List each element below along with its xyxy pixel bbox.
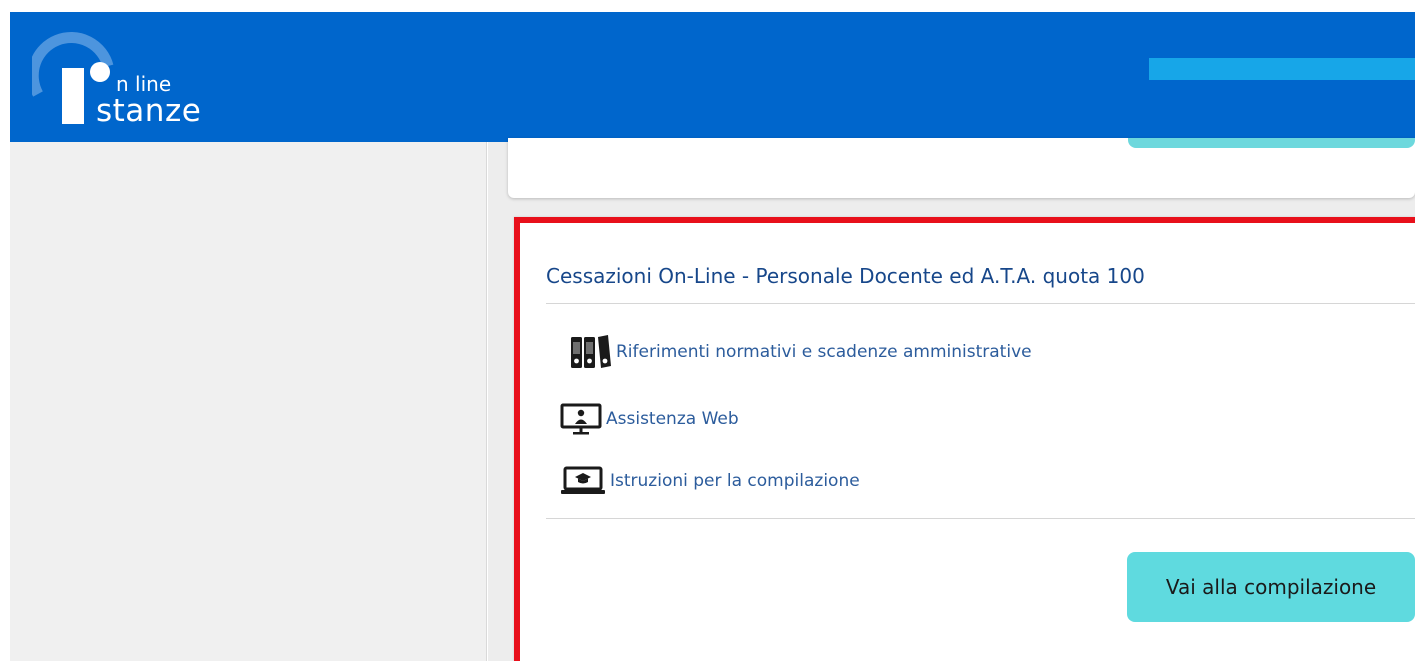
monitor-user-icon [560, 403, 606, 435]
vai-alla-compilazione-button[interactable]: Vai alla compilazione [1127, 552, 1415, 622]
link-assistenza-web[interactable]: Assistenza Web [560, 403, 739, 435]
card-title: Cessazioni On-Line - Personale Docente e… [546, 264, 1145, 288]
link-label: Istruzioni per la compilazione [610, 471, 860, 491]
istanze-online-logo[interactable]: n line stanze [27, 28, 202, 129]
previous-card [508, 138, 1415, 198]
main-content: Cessazioni On-Line - Personale Docente e… [488, 138, 1415, 661]
sidebar [10, 142, 487, 661]
link-label: Riferimenti normativi e scadenze amminis… [616, 342, 1032, 362]
service-card: Cessazioni On-Line - Personale Docente e… [514, 217, 1415, 661]
top-header: n line stanze [10, 12, 1415, 142]
laptop-graduation-icon [560, 466, 610, 496]
previous-card-button[interactable] [1128, 138, 1415, 148]
page: n line stanze Cessazioni On-Line - Perso… [0, 0, 1415, 661]
link-riferimenti-normativi[interactable]: Riferimenti normativi e scadenze amminis… [570, 334, 1032, 370]
header-accent-stripe [1149, 58, 1415, 80]
link-istruzioni-compilazione[interactable]: Istruzioni per la compilazione [560, 466, 860, 496]
logo-text-online: n line [116, 72, 172, 96]
binders-icon [570, 334, 616, 370]
card-divider-top [546, 303, 1415, 304]
card-divider-bottom [546, 518, 1415, 519]
link-label: Assistenza Web [606, 409, 739, 429]
logo-text-istanze: stanze [96, 93, 202, 129]
